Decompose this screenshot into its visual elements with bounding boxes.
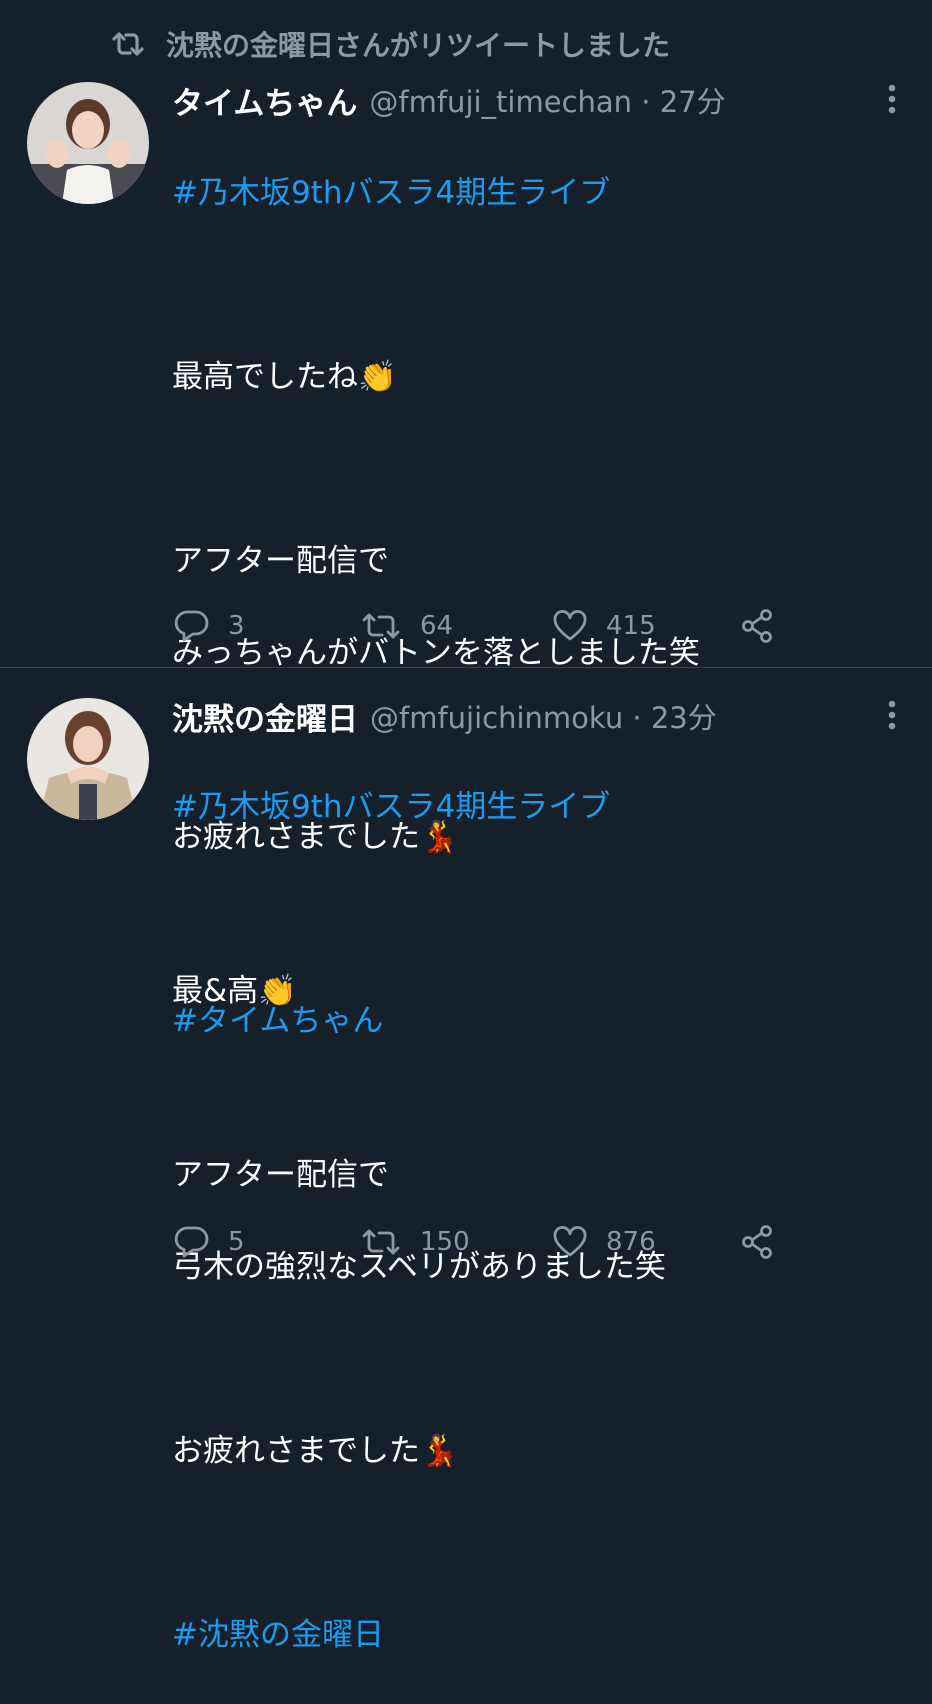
display-name[interactable]: 沈黙の金曜日 (172, 694, 358, 739)
tweet[interactable]: 沈黙の金曜日 @fmfujichinmoku · 23分 #乃木坂9thバスラ4… (0, 668, 932, 1653)
reply-button[interactable]: 5 (174, 1225, 245, 1259)
reply-icon (174, 609, 210, 643)
like-count: 876 (606, 1227, 656, 1257)
handle-and-time: @fmfujichinmoku · 23分 (370, 701, 717, 735)
share-icon (740, 1224, 776, 1260)
share-button[interactable] (740, 608, 776, 644)
tweet-header: 沈黙の金曜日 @fmfujichinmoku · 23分 (172, 694, 872, 738)
hashtag-link[interactable]: #乃木坂9thバスラ4期生ライブ (172, 170, 872, 216)
tweet-line: 最&高👏 (172, 973, 297, 1009)
tweet-line (172, 446, 872, 492)
like-count: 415 (606, 611, 656, 641)
handle-and-time: @fmfuji_timechan · 27分 (369, 85, 726, 119)
display-name[interactable]: タイムちゃん (172, 78, 357, 123)
tweet-line (172, 1336, 872, 1382)
retweet-icon (110, 29, 146, 59)
retweet-icon (360, 610, 402, 642)
tweet-line: アフター配信で (172, 543, 389, 579)
tweet-line: アフター配信で (172, 1157, 389, 1193)
retweet-notice-text: 沈黙の金曜日さんがリツイートしました (166, 29, 671, 62)
tweet-actions: 3 64 415 (172, 604, 792, 648)
reply-icon (174, 1225, 210, 1259)
retweet-button[interactable]: 64 (360, 610, 453, 642)
reply-count: 3 (228, 611, 245, 641)
tweet-header: タイムちゃん @fmfuji_timechan · 27分 (172, 78, 872, 122)
retweet-button[interactable]: 150 (360, 1226, 470, 1258)
tweet-line: お疲れさまでした💃 (172, 1433, 459, 1469)
avatar[interactable] (27, 82, 149, 204)
hashtag-link[interactable]: #乃木坂9thバスラ4期生ライブ (172, 784, 872, 830)
share-icon (740, 608, 776, 644)
tweet-actions: 5 150 876 (172, 1220, 792, 1264)
more-vertical-icon[interactable] (888, 700, 896, 734)
heart-icon (552, 610, 588, 642)
tweet[interactable]: タイムちゃん @fmfuji_timechan · 27分 #乃木坂9thバスラ… (0, 70, 932, 1039)
heart-icon (552, 1226, 588, 1258)
more-vertical-icon[interactable] (888, 84, 896, 118)
share-button[interactable] (740, 1224, 776, 1260)
tweet-line (172, 262, 872, 308)
tweet-line (172, 1520, 872, 1566)
retweet-count: 150 (420, 1227, 470, 1257)
tweet-line (172, 1060, 872, 1106)
retweet-notice: 沈黙の金曜日さんがリツイートしました (110, 24, 670, 64)
reply-count: 5 (228, 1227, 245, 1257)
retweet-count: 64 (420, 611, 454, 641)
avatar[interactable] (27, 698, 149, 820)
like-button[interactable]: 876 (552, 1226, 656, 1258)
tweet-line: 最高でしたね👏 (172, 359, 397, 395)
like-button[interactable]: 415 (552, 610, 656, 642)
retweet-icon (360, 1226, 402, 1258)
hashtag-link[interactable]: #沈黙の金曜日 (172, 1612, 872, 1658)
reply-button[interactable]: 3 (174, 609, 245, 643)
tweet-line (172, 876, 872, 922)
